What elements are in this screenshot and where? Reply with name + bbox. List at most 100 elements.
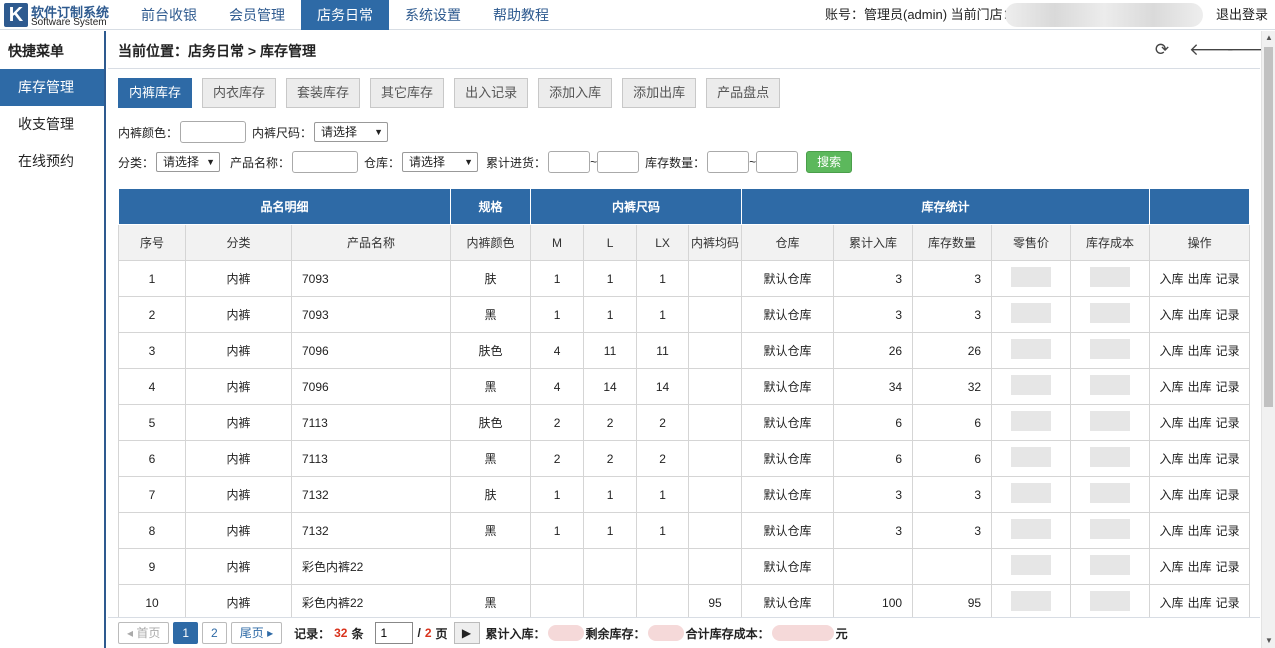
- stock-cost-redacted: [1070, 368, 1151, 405]
- sidebar-item-finance[interactable]: 收支管理: [0, 106, 104, 143]
- page-1-button[interactable]: 1: [173, 622, 199, 644]
- tab-add-stock-out[interactable]: 添加出库: [622, 78, 697, 108]
- tab-underwear-stock[interactable]: 内裤库存: [118, 78, 193, 108]
- forward-arrow-icon[interactable]: 🡒: [1226, 40, 1272, 60]
- table-cell: 95: [912, 584, 993, 621]
- record-link[interactable]: 记录: [1216, 488, 1240, 502]
- table-cell: 5: [118, 404, 186, 441]
- stock-in-link[interactable]: 入库: [1160, 560, 1184, 574]
- column-header: 序号: [118, 224, 186, 261]
- tab-add-stock-in[interactable]: 添加入库: [538, 78, 613, 108]
- category-select[interactable]: 请选择: [156, 152, 221, 172]
- tab-io-records[interactable]: 出入记录: [454, 78, 529, 108]
- scroll-up-icon[interactable]: ▲: [1262, 31, 1275, 45]
- stock-out-link[interactable]: 出库: [1188, 596, 1212, 610]
- records-unit: 条: [351, 626, 364, 641]
- nav-settings[interactable]: 系统设置: [389, 0, 477, 30]
- go-page-button[interactable]: ▶: [453, 622, 480, 644]
- stock-out-link[interactable]: 出库: [1188, 524, 1212, 538]
- stock-in-link[interactable]: 入库: [1160, 488, 1184, 502]
- stock-out-link[interactable]: 出库: [1188, 488, 1212, 502]
- stock-in-link[interactable]: 入库: [1160, 416, 1184, 430]
- last-page-button[interactable]: 尾页 ▸: [230, 622, 283, 644]
- logout-link[interactable]: 退出登录: [1216, 0, 1268, 30]
- table-cell: 7096: [290, 332, 452, 369]
- record-link[interactable]: 记录: [1216, 416, 1240, 430]
- table-cell: 内裤: [185, 548, 292, 585]
- row-actions: 入库 出库 记录: [1149, 368, 1251, 405]
- table-cell: 黑: [450, 512, 532, 549]
- purchase-max-input[interactable]: [597, 151, 640, 173]
- inventory-tabs: 内裤库存 内衣库存 套装库存 其它库存 出入记录 添加入库 添加出库 产品盘点: [118, 78, 790, 108]
- stock-out-link[interactable]: 出库: [1188, 416, 1212, 430]
- record-link[interactable]: 记录: [1216, 560, 1240, 574]
- color-input[interactable]: [180, 121, 247, 143]
- stock-in-link[interactable]: 入库: [1160, 380, 1184, 394]
- stock-in-link[interactable]: 入库: [1160, 596, 1184, 610]
- record-link[interactable]: 记录: [1216, 524, 1240, 538]
- stock-in-link[interactable]: 入库: [1160, 272, 1184, 286]
- nav-cashier[interactable]: 前台收银: [125, 0, 213, 30]
- record-link[interactable]: 记录: [1216, 596, 1240, 610]
- table-cell: [530, 584, 585, 621]
- table-cell: [583, 584, 638, 621]
- purchase-min-input[interactable]: [548, 151, 591, 173]
- stock-out-link[interactable]: 出库: [1188, 452, 1212, 466]
- search-button[interactable]: 搜索: [806, 151, 853, 173]
- scroll-down-icon[interactable]: ▼: [1262, 634, 1275, 648]
- tab-stocktake[interactable]: 产品盘点: [706, 78, 781, 108]
- page-number-input[interactable]: [375, 622, 414, 644]
- sidebar-item-booking[interactable]: 在线预约: [0, 143, 104, 180]
- stock-max-input[interactable]: [756, 151, 799, 173]
- tab-bra-stock[interactable]: 内衣库存: [202, 78, 277, 108]
- record-link[interactable]: 记录: [1216, 308, 1240, 322]
- column-header: 累计入库: [833, 224, 914, 261]
- table-cell: 肤: [450, 260, 532, 297]
- table-cell: 3: [833, 260, 914, 297]
- stock-in-link[interactable]: 入库: [1160, 344, 1184, 358]
- table-cell: 1: [530, 260, 585, 297]
- page-scrollbar[interactable]: ▲ ▼: [1261, 31, 1275, 648]
- warehouse-select[interactable]: 请选择: [402, 152, 479, 172]
- stock-out-link[interactable]: 出库: [1188, 272, 1212, 286]
- nav-members[interactable]: 会员管理: [213, 0, 301, 30]
- record-link[interactable]: 记录: [1216, 380, 1240, 394]
- table-cell: 9: [118, 548, 186, 585]
- stock-out-link[interactable]: 出库: [1188, 308, 1212, 322]
- table-cell: 默认仓库: [741, 584, 835, 621]
- tab-set-stock[interactable]: 套装库存: [286, 78, 361, 108]
- table-cell: 默认仓库: [741, 404, 835, 441]
- nav-help[interactable]: 帮助教程: [477, 0, 565, 30]
- column-header: L: [583, 224, 638, 261]
- stock-out-link[interactable]: 出库: [1188, 344, 1212, 358]
- stock-out-link[interactable]: 出库: [1188, 380, 1212, 394]
- table-cell: [688, 476, 743, 513]
- stock-in-link[interactable]: 入库: [1160, 452, 1184, 466]
- record-link[interactable]: 记录: [1216, 272, 1240, 286]
- table-cell: 内裤: [185, 260, 292, 297]
- table-row: 7 内裤 7132 肤 1 1 1 默认仓库 3 3 入库 出库 记录: [118, 476, 1251, 513]
- stock-in-link[interactable]: 入库: [1160, 308, 1184, 322]
- sidebar-item-inventory[interactable]: 库存管理: [0, 69, 104, 106]
- warehouse-label: 仓库：: [364, 155, 401, 170]
- page-2-button[interactable]: 2: [202, 622, 227, 644]
- back-arrow-icon[interactable]: 🡐: [1189, 40, 1235, 60]
- nav-store-daily[interactable]: 店务日常: [301, 0, 389, 30]
- stock-in-link[interactable]: 入库: [1160, 524, 1184, 538]
- first-page-button[interactable]: ◂ 首页: [118, 622, 170, 644]
- product-name-input[interactable]: [292, 151, 359, 173]
- size-select[interactable]: 请选择: [314, 122, 389, 142]
- record-link[interactable]: 记录: [1216, 452, 1240, 466]
- table-cell: 1: [583, 260, 638, 297]
- table-cell: 1: [636, 476, 690, 513]
- table-cell: 默认仓库: [741, 332, 835, 369]
- stock-out-link[interactable]: 出库: [1188, 560, 1212, 574]
- table-cell: 2: [118, 296, 186, 333]
- refresh-icon[interactable]: ⟳: [1152, 40, 1172, 60]
- record-link[interactable]: 记录: [1216, 344, 1240, 358]
- table-cell: 6: [833, 440, 914, 477]
- scroll-thumb[interactable]: [1264, 47, 1273, 407]
- stock-min-input[interactable]: [707, 151, 750, 173]
- tab-other-stock[interactable]: 其它库存: [370, 78, 445, 108]
- retail-price-redacted: [991, 440, 1072, 477]
